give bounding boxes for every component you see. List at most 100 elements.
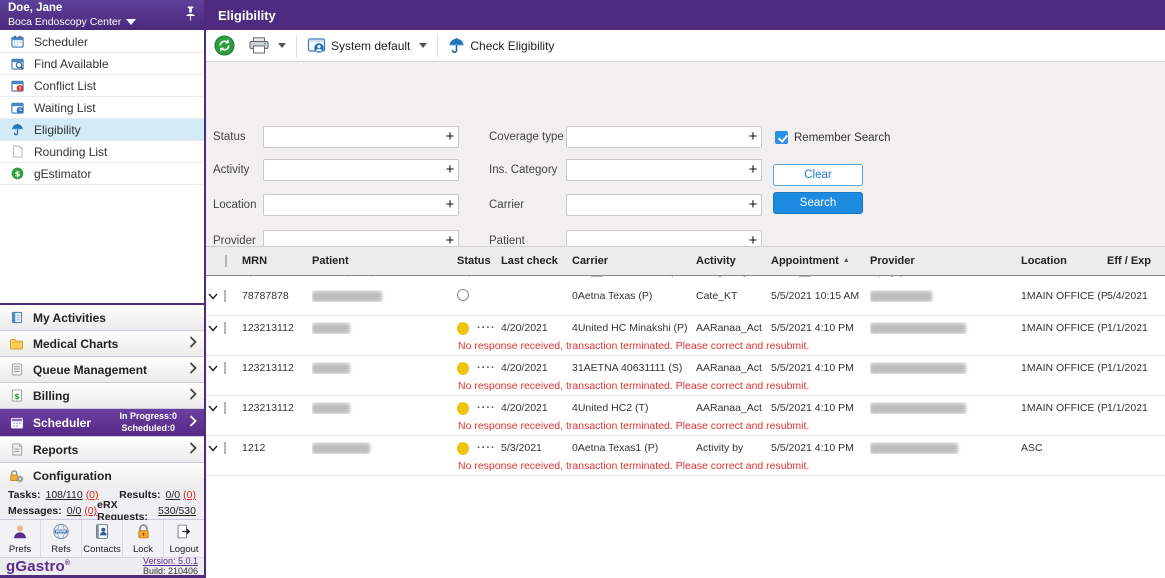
- menu-item-queue-management[interactable]: Queue Management: [0, 357, 204, 383]
- row-checkbox[interactable]: [224, 402, 226, 414]
- menu-item-scheduler[interactable]: Scheduler In Progress:0 Scheduled:0: [0, 409, 204, 437]
- sidebar-stats: Tasks: 108/110 (0) Results: 0/0 (0) Messages…: [0, 487, 204, 523]
- sidebar-item-waiting-list[interactable]: Waiting List: [0, 97, 204, 119]
- select-all-checkbox[interactable]: [225, 255, 227, 267]
- add-location-icon[interactable]: +: [442, 195, 458, 215]
- status-cell: [457, 288, 501, 304]
- menu-item-my-activities[interactable]: My Activities: [0, 305, 204, 331]
- table-row[interactable]: 123213112 ···· 4/20/2021 4United HC Mina…: [206, 316, 1165, 356]
- carrier-cell: 0Aetna Texas1 (P): [572, 442, 659, 454]
- user-panel[interactable]: Doe, Jane Boca Endoscopy Center: [0, 0, 204, 30]
- menu-item-medical-charts[interactable]: Medical Charts: [0, 331, 204, 357]
- umbrella-icon: [449, 38, 465, 54]
- table-row[interactable]: 123213112 ···· 4/20/2021 4United HC2 (T)…: [206, 396, 1165, 436]
- mrn-cell: 78787878: [242, 290, 289, 302]
- details-dots[interactable]: ····: [477, 402, 496, 414]
- column-header-status[interactable]: Status: [457, 255, 501, 267]
- scheduled-badge: Scheduled:0: [121, 422, 175, 433]
- expand-row-icon[interactable]: [206, 325, 224, 332]
- provider-cell: [870, 322, 1021, 334]
- column-header-last-check[interactable]: Last check: [501, 255, 572, 267]
- add-status-icon[interactable]: +: [442, 127, 458, 147]
- refs-button[interactable]: WWW Refs: [41, 520, 82, 557]
- column-header-eff-exp[interactable]: Eff / Exp: [1107, 255, 1164, 267]
- checkbox-checked-icon[interactable]: [775, 131, 788, 144]
- add-ins-category-icon[interactable]: +: [745, 160, 761, 180]
- menu-item-configuration[interactable]: Configuration: [0, 463, 204, 489]
- add-coverage-icon[interactable]: +: [745, 127, 761, 147]
- profile-selector[interactable]: System default: [307, 37, 428, 54]
- person-icon: [11, 523, 29, 543]
- column-header-mrn[interactable]: MRN: [242, 255, 312, 267]
- carrier-input[interactable]: [567, 195, 745, 215]
- table-row[interactable]: 123213112 ···· 4/20/2021 31AETNA 4063111…: [206, 356, 1165, 396]
- row-checkbox[interactable]: [224, 290, 226, 302]
- appointment-cell: 5/5/2021 10:15 AM: [771, 290, 860, 302]
- check-eligibility-button[interactable]: Check Eligibility: [448, 37, 554, 54]
- location-input[interactable]: [264, 195, 442, 215]
- sidebar-item-scheduler[interactable]: Scheduler: [0, 31, 204, 53]
- column-header-provider[interactable]: Provider: [870, 255, 1021, 267]
- row-checkbox[interactable]: [224, 362, 226, 374]
- menu-item-reports[interactable]: Reports: [0, 437, 204, 463]
- table-row[interactable]: 78787878 0Aetna Texas (P) Cate_KT 5/5/20…: [206, 277, 1165, 316]
- sidebar-item-conflict-list[interactable]: Conflict List: [0, 75, 204, 97]
- logout-button[interactable]: Logout: [164, 520, 204, 557]
- prefs-button[interactable]: Prefs: [0, 520, 41, 557]
- pin-icon[interactable]: [185, 6, 196, 24]
- list-document-icon: [8, 363, 25, 376]
- svg-text:$: $: [14, 391, 20, 401]
- refresh-button[interactable]: [214, 35, 235, 56]
- expand-row-icon[interactable]: [206, 293, 224, 300]
- carrier-cell: 31AETNA 40631111 (S): [572, 362, 683, 374]
- chevron-down-icon[interactable]: [126, 18, 137, 25]
- column-header-patient[interactable]: Patient: [312, 255, 457, 267]
- contacts-button[interactable]: Contacts: [82, 520, 123, 557]
- add-activity-icon[interactable]: +: [442, 160, 458, 180]
- erx-count-link[interactable]: 530/530: [158, 505, 196, 517]
- in-progress-badge: In Progress:0: [119, 411, 177, 422]
- activity-cell: Activity by: [696, 442, 744, 454]
- activity-input[interactable]: [264, 160, 442, 180]
- remember-search-checkbox[interactable]: Remember Search: [775, 131, 891, 144]
- messages-badge-link[interactable]: (0): [84, 505, 97, 517]
- ins-category-input[interactable]: [567, 160, 745, 180]
- column-header-carrier[interactable]: Carrier: [572, 255, 696, 267]
- provider-cell: [870, 402, 1021, 414]
- print-button[interactable]: [249, 37, 286, 54]
- sidebar-item-eligibility[interactable]: Eligibility: [0, 119, 204, 141]
- details-dots[interactable]: ····: [477, 362, 496, 374]
- expand-row-icon[interactable]: [206, 405, 224, 412]
- profile-icon: [307, 37, 326, 53]
- status-input[interactable]: [264, 127, 442, 147]
- row-checkbox[interactable]: [224, 322, 226, 334]
- sidebar-item-find-available[interactable]: Find Available: [0, 53, 204, 75]
- calendar-alert-icon: [10, 79, 25, 92]
- eff-exp-cell: 1/1/2021: [1107, 322, 1148, 334]
- coverage-type-input[interactable]: [567, 127, 745, 147]
- lock-button[interactable]: Lock: [123, 520, 164, 557]
- details-dots[interactable]: ····: [477, 322, 496, 334]
- expand-row-icon[interactable]: [206, 365, 224, 372]
- chevron-down-icon[interactable]: [278, 43, 286, 48]
- table-row[interactable]: 1212 ···· 5/3/2021 0Aetna Texas1 (P) Act…: [206, 436, 1165, 476]
- column-header-appointment[interactable]: Appointment ▲: [771, 255, 870, 267]
- expand-row-icon[interactable]: [206, 445, 224, 452]
- tasks-label: Tasks:: [8, 489, 41, 501]
- add-carrier-icon[interactable]: +: [745, 195, 761, 215]
- sidebar-item-rounding-list[interactable]: Rounding List: [0, 141, 204, 163]
- column-header-location[interactable]: Location: [1021, 255, 1107, 267]
- row-checkbox[interactable]: [224, 442, 226, 454]
- location-cell: 1MAIN OFFICE (P...: [1021, 402, 1107, 414]
- tasks-count-link[interactable]: 108/110: [46, 489, 83, 501]
- table-body: 78787878 0Aetna Texas (P) Cate_KT 5/5/20…: [206, 277, 1165, 476]
- details-dots[interactable]: ····: [477, 442, 496, 454]
- messages-count-link[interactable]: 0/0: [67, 505, 82, 517]
- clear-button[interactable]: Clear: [773, 164, 863, 186]
- sidebar-nav: Scheduler Find Available Conflict List W…: [0, 31, 204, 185]
- chevron-down-icon[interactable]: [419, 43, 428, 48]
- search-button[interactable]: Search: [773, 192, 863, 214]
- column-header-activity[interactable]: Activity: [696, 255, 771, 267]
- sidebar-item-gestimator[interactable]: $ gEstimator: [0, 163, 204, 185]
- menu-item-billing[interactable]: $ Billing: [0, 383, 204, 409]
